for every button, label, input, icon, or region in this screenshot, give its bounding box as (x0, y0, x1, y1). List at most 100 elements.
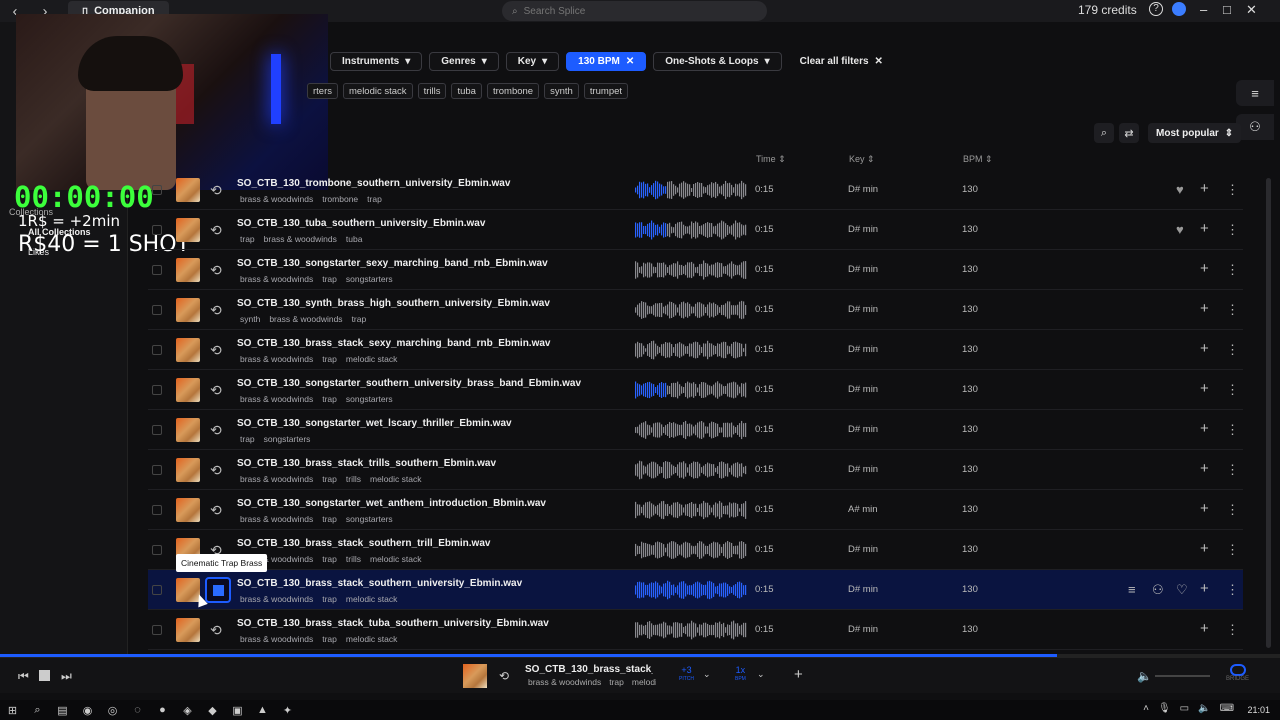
chrome-icon[interactable]: ◎ (100, 704, 125, 717)
pack-thumbnail[interactable] (176, 418, 200, 442)
more-options-icon[interactable]: ⋮ (1226, 222, 1239, 238)
add-icon[interactable]: + (1200, 260, 1209, 277)
add-icon[interactable]: + (1200, 340, 1209, 357)
previous-track-icon[interactable]: ⏮ (18, 669, 29, 684)
sample-filename[interactable]: SO_CTB_130_songstarter_wet_lscary_thrill… (237, 418, 512, 429)
bpm-control[interactable]: 1x BPM (735, 666, 746, 684)
obs-icon[interactable]: ◌ (125, 704, 150, 716)
volume-slider[interactable] (1155, 675, 1210, 677)
loop-icon[interactable]: ⟲ (210, 222, 222, 239)
column-header-bpm[interactable]: BPM ⇕ (963, 154, 993, 165)
help-icon[interactable]: ? (1149, 2, 1163, 16)
sample-tag[interactable]: trap (322, 634, 337, 644)
pack-thumbnail[interactable] (176, 458, 200, 482)
heart-icon[interactable]: ♡ (1176, 582, 1188, 598)
volume-icon[interactable]: 🔈 (1137, 669, 1152, 683)
avatar[interactable] (1172, 2, 1186, 16)
search-icon[interactable]: ⌕ (25, 704, 50, 717)
search-icon[interactable]: ⌕ (1094, 123, 1114, 143)
sample-tag[interactable]: brass & woodwinds (269, 314, 342, 324)
sample-tag[interactable]: trills (346, 474, 361, 484)
scrollbar[interactable] (1266, 178, 1271, 648)
sample-row[interactable]: ⟲ SO_CTB_130_songstarter_wet_lscary_thril… (148, 410, 1243, 450)
sample-row[interactable]: ⟲ SO_CTB_130_tuba_southern_university_Ebm… (148, 210, 1243, 250)
sample-filename[interactable]: SO_CTB_130_songstarter_wet_anthem_introd… (237, 498, 546, 509)
sample-tag[interactable]: melodic stack (370, 554, 422, 564)
sample-tag[interactable]: trap (322, 594, 337, 604)
tag-chip[interactable]: tuba (451, 83, 482, 99)
sample-filename[interactable]: SO_CTB_130_brass_stack_southern_trill_Eb… (237, 538, 490, 549)
sample-tag[interactable]: trap (322, 514, 337, 524)
row-checkbox[interactable] (152, 425, 162, 435)
sample-filename[interactable]: SO_CTB_130_songstarter_sexy_marching_ban… (237, 258, 548, 269)
chevron-down-icon[interactable]: ⌄ (757, 669, 765, 680)
sample-tag[interactable]: trap (322, 474, 337, 484)
heart-filled-icon[interactable]: ♥ (1176, 182, 1184, 197)
shuffle-icon[interactable]: ⇄ (1119, 123, 1139, 143)
sample-tag[interactable]: brass & woodwinds (264, 234, 337, 244)
tag-chip[interactable]: synth (544, 83, 579, 99)
sample-tag[interactable]: brass & woodwinds (240, 394, 313, 404)
sample-tag[interactable]: brass & woodwinds (240, 594, 313, 604)
add-icon[interactable]: + (794, 666, 803, 683)
row-checkbox[interactable] (152, 505, 162, 515)
chevron-up-icon[interactable]: ˄ (1143, 703, 1149, 714)
add-icon[interactable]: + (1200, 540, 1209, 557)
loop-icon[interactable]: ⟲ (210, 622, 222, 639)
sample-row[interactable]: ⟲ SO_CTB_130_brass_stack_southern_trill_E… (148, 530, 1243, 570)
splice-icon[interactable]: ▣ (225, 704, 250, 717)
add-icon[interactable]: + (1200, 580, 1209, 597)
heart-filled-icon[interactable]: ♥ (1176, 222, 1184, 237)
steam-icon[interactable]: ◈ (175, 704, 200, 717)
filter-key[interactable]: Key ▾ (505, 52, 560, 71)
sample-tag[interactable]: brass & woodwinds (240, 514, 313, 524)
queue-icon[interactable]: ≡ (1236, 80, 1274, 106)
close-icon[interactable]: ✕ (1246, 2, 1257, 18)
file-explorer-icon[interactable]: ▤ (50, 704, 75, 717)
sample-row[interactable]: ⟲ SO_CTB_130_brass_stack_tuba_southern_un… (148, 610, 1243, 650)
more-options-icon[interactable]: ⋮ (1226, 382, 1239, 398)
more-options-icon[interactable]: ⋮ (1226, 462, 1239, 478)
sample-tag[interactable]: trap (322, 354, 337, 364)
sort-select[interactable]: Most popular ⇕ (1148, 123, 1242, 143)
pack-thumbnail[interactable] (176, 178, 200, 202)
filter-bpm[interactable]: 130 BPM ✕ (566, 52, 647, 71)
sample-filename[interactable]: SO_CTB_130_tuba_southern_university_Ebmi… (237, 218, 485, 229)
spotify-icon[interactable]: ● (150, 704, 175, 716)
add-icon[interactable]: + (1200, 300, 1209, 317)
more-options-icon[interactable]: ⋮ (1226, 182, 1239, 198)
sample-tag[interactable]: trap (322, 554, 337, 564)
row-checkbox[interactable] (152, 465, 162, 475)
sample-tag[interactable]: songstarters (264, 434, 311, 444)
sample-filename[interactable]: SO_CTB_130_brass_stack_southern_universi… (237, 578, 522, 589)
pack-thumbnail[interactable] (176, 298, 200, 322)
sample-filename[interactable]: SO_CTB_130_brass_stack_sexy_marching_ban… (237, 338, 551, 349)
row-checkbox[interactable] (152, 545, 162, 555)
add-icon[interactable]: + (1200, 180, 1209, 197)
tag-chip[interactable]: rters (307, 83, 338, 99)
sample-row[interactable]: ⟲ SO_CTB_130_brass_stack_sexy_marching_ba… (148, 330, 1243, 370)
sample-filename[interactable]: SO_CTB_130_brass_stack_trills_southern_E… (237, 458, 496, 469)
sample-tag[interactable]: tuba (346, 234, 363, 244)
pack-thumbnail[interactable] (176, 338, 200, 362)
sample-row[interactable]: SO_CTB_130_brass_stack_southern_universi… (148, 570, 1243, 610)
row-checkbox[interactable] (152, 305, 162, 315)
sample-tag[interactable]: synth (240, 314, 260, 324)
more-options-icon[interactable]: ⋮ (1226, 582, 1239, 598)
sample-tag[interactable]: trap (367, 194, 382, 204)
stop-button[interactable] (205, 577, 231, 603)
clear-all-filters-button[interactable]: Clear all filters ✕ (789, 52, 894, 71)
waveform[interactable] (635, 420, 747, 440)
fl-studio-icon[interactable]: ▲ (250, 704, 275, 716)
loop-icon[interactable]: ⟲ (210, 422, 222, 439)
sample-filename[interactable]: SO_CTB_130_songstarter_southern_universi… (237, 378, 581, 389)
bridge-button[interactable]: BRIDGE (1226, 664, 1249, 682)
waveform[interactable] (635, 260, 747, 280)
sample-row[interactable]: ⟲ SO_CTB_130_songstarter_wet_anthem_intro… (148, 490, 1243, 530)
pack-thumbnail[interactable] (176, 258, 200, 282)
waveform[interactable] (635, 540, 747, 560)
sample-tag[interactable]: brass & woodwinds (240, 194, 313, 204)
sample-tag[interactable]: trap (352, 314, 367, 324)
row-checkbox[interactable] (152, 385, 162, 395)
filter-genres[interactable]: Genres ▾ (429, 52, 499, 71)
